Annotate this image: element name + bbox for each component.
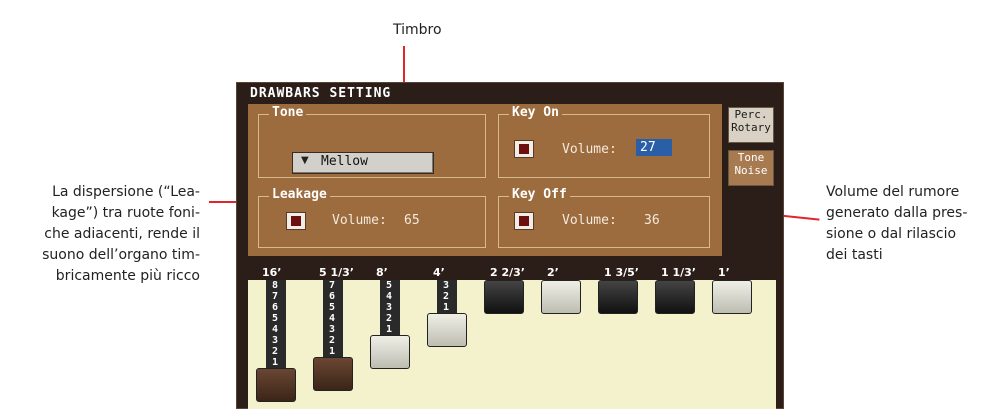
drawbar-footage-label: 1’ bbox=[718, 266, 730, 279]
callout-timbre: Timbro bbox=[393, 22, 442, 38]
callout-key-noise-line: dei tasti bbox=[826, 247, 883, 263]
callout-leakage: La dispersione (“Lea- kage”) tra ruote f… bbox=[0, 182, 200, 287]
tab-perc-rotary-line1: Perc. bbox=[734, 108, 768, 121]
drawbar-knob[interactable] bbox=[313, 357, 353, 391]
tab-perc-rotary[interactable]: Perc. Rotary bbox=[728, 107, 774, 143]
drawbar-footage-label: 1 1/3’ bbox=[661, 266, 696, 279]
callout-key-noise-line: Volume del rumore bbox=[826, 184, 960, 200]
drawbar-footage-label: 4’ bbox=[433, 266, 445, 279]
drawbar-footage-label: 2 2/3’ bbox=[490, 266, 525, 279]
drawbar-level-mark: 1 bbox=[272, 357, 279, 368]
drawbar-knob[interactable] bbox=[484, 280, 524, 314]
drawbar-knob[interactable] bbox=[370, 335, 410, 369]
drawbar-area: 87654321765432154321321 bbox=[248, 280, 776, 409]
callout-key-noise: Volume del rumore generato dalla pres- s… bbox=[826, 182, 994, 266]
key-off-checkbox[interactable] bbox=[514, 212, 534, 230]
tone-select[interactable]: ▼ Mellow bbox=[292, 152, 434, 174]
callout-key-noise-line: generato dalla pres- bbox=[826, 205, 968, 221]
drawbar-level-mark: 4 bbox=[272, 324, 279, 335]
drawbar-level-mark: 4 bbox=[329, 313, 336, 324]
drawbar-footage-label: 1 3/5’ bbox=[604, 266, 639, 279]
drawbar-level-mark: 2 bbox=[329, 335, 336, 346]
drawbar-knob[interactable] bbox=[712, 280, 752, 314]
leakage-label: Leakage bbox=[269, 187, 330, 202]
tab-tone-noise-line2: Noise bbox=[734, 164, 768, 177]
key-on-checkbox[interactable] bbox=[514, 140, 534, 158]
callout-leakage-line: che adiacenti, rende il bbox=[44, 226, 200, 242]
leakage-volume-label: Volume: bbox=[332, 213, 387, 228]
drawbar-level-mark: 5 bbox=[329, 302, 336, 313]
callout-key-noise-line: sione o dal rilascio bbox=[826, 226, 957, 242]
key-on-volume-label: Volume: bbox=[562, 142, 617, 157]
drawbar-level-mark: 5 bbox=[272, 313, 279, 324]
drawbar-footage-label: 5 1/3’ bbox=[319, 266, 354, 279]
drawbar-level-mark: 1 bbox=[329, 346, 336, 357]
callout-leakage-line: kage”) tra ruote foni- bbox=[51, 205, 200, 221]
drawbar-knob[interactable] bbox=[655, 280, 695, 314]
key-off-label: Key Off bbox=[509, 187, 570, 202]
drawbar-level-mark: 8 bbox=[272, 280, 279, 291]
drawbars-screen: DRAWBARS SETTING Tone ▼ Mellow Leakage V… bbox=[236, 82, 784, 409]
drawbar-level-mark: 1 bbox=[386, 324, 393, 335]
drawbar-footage-label: 2’ bbox=[547, 266, 559, 279]
leakage-volume-value[interactable]: 65 bbox=[404, 213, 420, 228]
drawbar-level-mark: 6 bbox=[329, 291, 336, 302]
tone-label: Tone bbox=[269, 105, 307, 120]
drawbar-level-mark: 3 bbox=[386, 302, 393, 313]
drawbar-level-mark: 7 bbox=[329, 280, 336, 291]
drawbar-level-mark: 3 bbox=[329, 324, 336, 335]
drawbar-footage-label: 16’ bbox=[262, 266, 282, 279]
drawbar-knob[interactable] bbox=[256, 368, 296, 402]
drawbar-level-mark: 3 bbox=[443, 280, 450, 291]
drawbar-knob[interactable] bbox=[541, 280, 581, 314]
tab-tone-noise-line1: Tone bbox=[737, 151, 765, 164]
drawbar-level-mark: 4 bbox=[386, 291, 393, 302]
callout-leakage-line: bricamente più ricco bbox=[55, 268, 200, 284]
drawbar-level-mark: 2 bbox=[272, 346, 279, 357]
drawbar-knob[interactable] bbox=[427, 313, 467, 347]
page-title: DRAWBARS SETTING bbox=[250, 86, 392, 101]
drawbar-level-mark: 5 bbox=[386, 280, 393, 291]
tone-value: Mellow bbox=[321, 154, 368, 169]
drawbar-level-mark: 3 bbox=[272, 335, 279, 346]
chevron-down-icon: ▼ bbox=[301, 155, 309, 166]
key-on-label: Key On bbox=[509, 105, 562, 120]
leakage-checkbox[interactable] bbox=[286, 212, 306, 230]
tab-tone-noise[interactable]: Tone Noise bbox=[728, 150, 774, 186]
settings-panel: Tone ▼ Mellow Leakage Volume: 65 Key On … bbox=[248, 104, 722, 256]
key-off-volume-value[interactable]: 36 bbox=[644, 213, 660, 228]
drawbar-level-mark: 6 bbox=[272, 302, 279, 313]
callout-leakage-line: suono dell’organo tim- bbox=[42, 247, 200, 263]
drawbar-footage-label: 8’ bbox=[376, 266, 388, 279]
drawbar-knob[interactable] bbox=[598, 280, 638, 314]
tab-perc-rotary-line2: Rotary bbox=[731, 121, 771, 134]
drawbar-level-mark: 2 bbox=[443, 291, 450, 302]
drawbar-level-mark: 1 bbox=[443, 302, 450, 313]
key-on-volume-value[interactable]: 27 bbox=[636, 139, 672, 156]
drawbar-level-mark: 7 bbox=[272, 291, 279, 302]
key-off-volume-label: Volume: bbox=[562, 213, 617, 228]
drawbar-level-mark: 2 bbox=[386, 313, 393, 324]
callout-leakage-line: La dispersione (“Lea- bbox=[52, 184, 200, 200]
